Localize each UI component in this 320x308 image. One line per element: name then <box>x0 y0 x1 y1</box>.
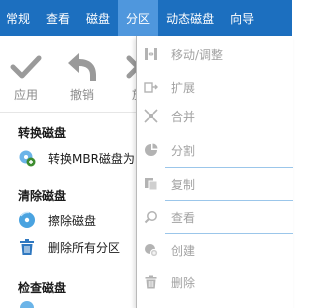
partition-dropdown-menu: 移动/调整 扩展 合并 分割 复制 查看 创建 删除 <box>136 36 293 308</box>
menu-item-copy[interactable]: 复制 <box>137 171 293 197</box>
view-label: 查看 <box>171 210 196 225</box>
delete-all-partitions-item[interactable]: 删除所有分区 <box>18 237 120 257</box>
wipe-disk-icon <box>19 211 35 228</box>
extend-label: 扩展 <box>171 80 196 95</box>
menu-disk[interactable]: 磁盘 <box>78 0 118 36</box>
extend-icon <box>144 82 158 93</box>
apply-button[interactable]: 应用 <box>4 50 48 103</box>
move-resize-icon <box>145 48 157 60</box>
menu-general[interactable]: 常规 <box>0 0 38 36</box>
create-label: 创建 <box>171 243 196 258</box>
wipe-disk-item[interactable]: 擦除磁盘 <box>18 210 96 230</box>
menu-partition[interactable]: 分区 <box>118 0 159 36</box>
undo-icon <box>60 50 104 84</box>
menu-item-split[interactable]: 分割 <box>137 137 293 163</box>
delete-label: 删除 <box>171 275 196 290</box>
section-title-convert-disk: 转换磁盘 <box>18 126 67 140</box>
menu-item-merge[interactable]: 合并 <box>137 103 293 129</box>
menu-view[interactable]: 查看 <box>38 0 78 36</box>
delete-icon <box>145 275 157 289</box>
copy-icon <box>145 178 158 191</box>
undo-label: 撤销 <box>69 88 94 102</box>
menu-separator <box>165 233 293 234</box>
section-title-check-disk: 检查磁盘 <box>18 281 67 295</box>
menu-item-create[interactable]: 创建 <box>137 237 293 263</box>
convert-mbr-disk-item[interactable]: 转换MBR磁盘为 <box>18 148 135 168</box>
wipe-disk-label: 擦除磁盘 <box>48 213 97 228</box>
menu-separator <box>165 167 293 168</box>
create-icon <box>145 244 158 257</box>
copy-label: 复制 <box>171 177 196 192</box>
split-label: 分割 <box>171 143 196 158</box>
menu-dynamic-disk[interactable]: 动态磁盘 <box>158 0 222 36</box>
split-icon <box>145 143 158 156</box>
convert-mbr-disk-label: 转换MBR磁盘为 <box>48 151 135 166</box>
menu-item-view[interactable]: 查看 <box>137 204 293 230</box>
check-disk-item-partial[interactable] <box>18 301 36 308</box>
undo-button[interactable]: 撤销 <box>60 50 104 103</box>
disk-convert-icon <box>19 150 36 167</box>
trash-icon <box>20 239 34 255</box>
search-icon <box>144 211 157 224</box>
delete-all-partitions-label: 删除所有分区 <box>48 240 121 255</box>
menu-item-extend[interactable]: 扩展 <box>137 74 293 100</box>
merge-label: 合并 <box>171 109 196 124</box>
menu-separator <box>165 200 293 201</box>
menu-bar: 常规 查看 磁盘 分区 动态磁盘 向导 <box>0 0 292 36</box>
menu-item-delete[interactable]: 删除 <box>137 269 293 295</box>
apply-label: 应用 <box>13 88 38 102</box>
menu-item-move-resize[interactable]: 移动/调整 <box>137 41 293 67</box>
checkmark-icon <box>4 50 48 84</box>
merge-icon <box>144 109 158 123</box>
section-title-clean-disk: 清除磁盘 <box>18 189 67 203</box>
menu-wizard[interactable]: 向导 <box>222 0 262 36</box>
move-resize-label: 移动/调整 <box>171 47 224 62</box>
